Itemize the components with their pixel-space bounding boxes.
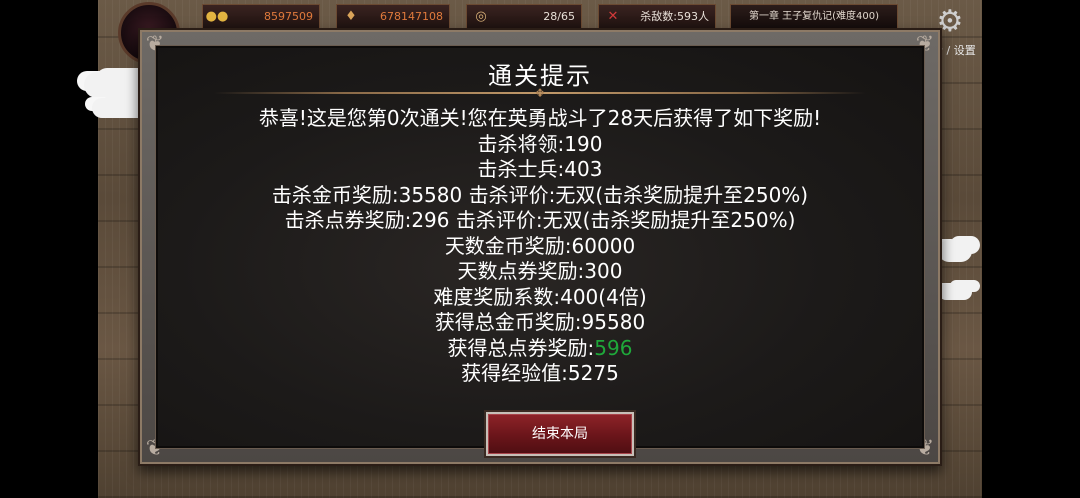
dialog-panel: 通关提示 ❖ 恭喜!这是您第0次通关!您在英勇战斗了28天后获得了如下奖励! 击… <box>156 46 924 456</box>
kills-box: ✕ 杀敌数:593人 <box>598 4 716 30</box>
reward-list: 恭喜!这是您第0次通关!您在英勇战斗了28天后获得了如下奖励! 击杀将领:190… <box>158 106 922 387</box>
reward-line: 击杀点券奖励:296 击杀评价:无双(击杀奖励提升至250%) <box>284 208 796 232</box>
reward-line: 击杀将领:190 <box>477 131 603 156</box>
gold-coins-icon: ●● <box>205 9 229 24</box>
money-bag-icon: ♦ <box>345 9 357 24</box>
total-coupon-label: 获得总点券奖励: <box>447 335 595 360</box>
reward-line: 难度奖励系数:400(4倍) <box>433 284 647 309</box>
gold-value: 8597509 <box>264 10 313 23</box>
reward-line: 获得总金币奖励:95580 <box>434 310 646 334</box>
reward-line: 天数金币奖励:60000 <box>444 233 636 258</box>
chapter-label: 第一章 王子复仇记(难度400) <box>730 4 898 30</box>
cloud-right-mid <box>938 240 972 262</box>
total-coupon-line: 获得总点券奖励:596 <box>158 336 922 362</box>
exp-line: 获得经验值:5275 <box>461 361 619 385</box>
coupons-value: 678147108 <box>380 10 443 23</box>
days-value: 28/65 <box>543 10 575 23</box>
coupons-box: ♦ 678147108 <box>336 4 450 30</box>
right-letterbox <box>982 0 1080 498</box>
days-box: ◎ 28/65 <box>466 4 582 30</box>
total-coupon-value: 596 <box>594 335 633 360</box>
divider-ornament-icon: ❖ <box>534 86 546 100</box>
gold-box: ●● 8597509 <box>202 4 320 30</box>
reward-line: 天数点券奖励:300 <box>457 259 623 283</box>
left-letterbox <box>0 0 98 498</box>
reward-line: 恭喜!这是您第0次通关!您在英勇战斗了28天后获得了如下奖励! <box>258 106 822 130</box>
reward-line: 击杀金币奖励:35580 击杀评价:无双(击杀奖励提升至250%) <box>271 182 809 207</box>
compass-icon: ◎ <box>475 9 487 24</box>
kills-value: 杀敌数:593人 <box>640 10 709 23</box>
crossed-swords-icon: ✕ <box>607 9 619 24</box>
level-complete-dialog: ❦ ❦ ❦ ❦ 通关提示 ❖ 恭喜!这是您第0次通关!您在英勇战斗了28天后获得… <box>138 28 942 466</box>
end-game-button[interactable]: 结束本局 <box>486 412 634 456</box>
cloud-right-low <box>938 284 972 300</box>
reward-line: 击杀士兵:403 <box>477 157 603 181</box>
